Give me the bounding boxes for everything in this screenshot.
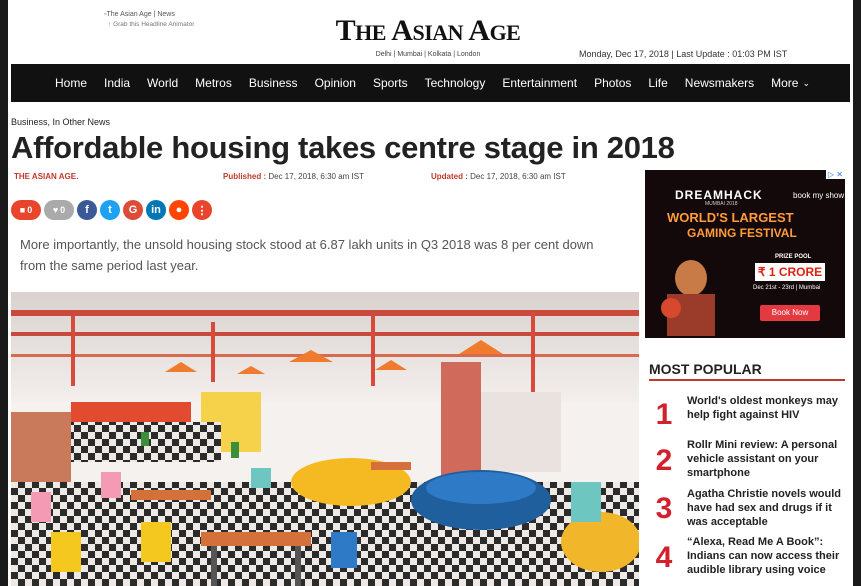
site-logo[interactable]: THE ASIAN AGE Delhi | Mumbai | Kolkata |… xyxy=(328,14,528,58)
comment-icon: ■ xyxy=(19,205,26,215)
facebook-icon: f xyxy=(85,204,89,216)
reddit-share-button[interactable]: ● xyxy=(169,200,189,220)
ad-brand: DREAMHACK xyxy=(675,188,763,202)
more-vertical-icon: ⋮ xyxy=(196,204,208,217)
google-share-button[interactable]: G xyxy=(123,200,143,220)
headline-animator-caption[interactable]: ↑ Grab this Headline Animator xyxy=(108,20,224,30)
nav-item-newsmakers[interactable]: Newsmakers xyxy=(685,76,754,90)
ad-prize-label: PRIZE POOL xyxy=(775,254,812,260)
updated-date: Updated : Dec 17, 2018, 6:30 am IST xyxy=(431,172,566,181)
dateline: Monday, Dec 17, 2018 | Last Update : 01:… xyxy=(579,49,788,59)
ad-headline-2: GAMING FESTIVAL xyxy=(687,226,797,240)
nav-item-opinion[interactable]: Opinion xyxy=(315,76,356,90)
ad-partner-logo: book my show xyxy=(793,191,845,200)
article-headline: Affordable housing takes centre stage in… xyxy=(11,130,675,165)
article-summary: More importantly, the unsold housing sto… xyxy=(20,237,594,273)
masthead-title: THE ASIAN AGE xyxy=(335,14,521,47)
article-hero-image xyxy=(11,292,639,586)
nav-item-photos[interactable]: Photos xyxy=(594,76,631,90)
ad-dates: Dec 21st - 23rd | Mumbai xyxy=(753,285,821,291)
rank-number: 1 xyxy=(655,398,673,431)
rank-number: 4 xyxy=(655,541,673,574)
comments-button[interactable]: ■ 0 xyxy=(11,200,41,220)
nav-item-life[interactable]: Life xyxy=(648,76,667,90)
ad-book-now-button[interactable]: Book Now xyxy=(760,305,820,321)
fighter-illustration xyxy=(661,260,715,336)
most-popular-link[interactable]: Agatha Christie novels would have had se… xyxy=(687,487,847,529)
twitter-share-button[interactable]: t xyxy=(100,200,120,220)
share-bar: ■ 0 ♥ 0 f t G in ● ⋮ xyxy=(11,200,212,220)
linkedin-share-button[interactable]: in xyxy=(146,200,166,220)
published-date: Published : Dec 17, 2018, 6:30 am IST xyxy=(223,172,364,181)
ad-brand-sub: MUMBAI 2018 xyxy=(705,201,738,207)
page: ▫The Asian Age | News ↑ Grab this Headli… xyxy=(8,0,853,586)
most-popular-title: MOST POPULAR xyxy=(649,361,762,377)
most-popular-divider xyxy=(649,379,845,381)
nav-item-metros[interactable]: Metros xyxy=(195,76,232,90)
nav-item-sports[interactable]: Sports xyxy=(373,76,408,90)
most-popular-link[interactable]: “Alexa, Read Me A Book”: Indians can now… xyxy=(687,535,847,577)
main-nav: Home India World Metros Business Opinion… xyxy=(11,64,850,102)
google-icon: G xyxy=(128,204,138,216)
nav-item-technology[interactable]: Technology xyxy=(425,76,486,90)
adchoices-icon[interactable]: ▷ ✕ xyxy=(825,170,845,179)
nav-item-world[interactable]: World xyxy=(147,76,178,90)
nav-item-entertainment[interactable]: Entertainment xyxy=(502,76,577,90)
nav-item-home[interactable]: Home xyxy=(55,76,87,90)
linkedin-icon: in xyxy=(151,204,161,216)
ad-prize: ₹ 1 CRORE xyxy=(755,263,825,281)
cafeteria-photo xyxy=(11,292,639,586)
nav-more-dropdown[interactable]: More ⌄ xyxy=(771,76,810,90)
like-button[interactable]: ♥ 0 xyxy=(44,200,74,220)
twitter-icon: t xyxy=(108,204,112,216)
reddit-icon: ● xyxy=(175,204,183,216)
facebook-share-button[interactable]: f xyxy=(77,200,97,220)
edition-cities: Delhi | Mumbai | Kolkata | London xyxy=(375,51,481,58)
most-popular-link[interactable]: Rollr Mini review: A personal vehicle as… xyxy=(687,438,847,480)
ad-headline-1: WORLD'S LARGEST xyxy=(667,210,794,225)
rank-number: 3 xyxy=(655,492,673,525)
nav-item-business[interactable]: Business xyxy=(249,76,298,90)
rank-number: 2 xyxy=(655,444,673,477)
nav-item-india[interactable]: India xyxy=(104,76,130,90)
heart-icon: ♥ xyxy=(52,205,59,215)
advertisement-banner[interactable]: ▷ ✕ DREAMHACK MUMBAI 2018 book my show W… xyxy=(645,170,845,338)
breadcrumb[interactable]: Business, In Other News xyxy=(11,117,110,127)
headline-animator-promo[interactable]: ▫The Asian Age | News ↑ Grab this Headli… xyxy=(104,10,224,30)
article-source[interactable]: THE ASIAN AGE. xyxy=(14,172,78,181)
chevron-down-icon: ⌄ xyxy=(802,77,811,88)
headline-animator-image[interactable]: ▫The Asian Age | News xyxy=(104,10,224,20)
more-share-button[interactable]: ⋮ xyxy=(192,200,212,220)
most-popular-link[interactable]: World's oldest monkeys may help fight ag… xyxy=(687,394,847,422)
